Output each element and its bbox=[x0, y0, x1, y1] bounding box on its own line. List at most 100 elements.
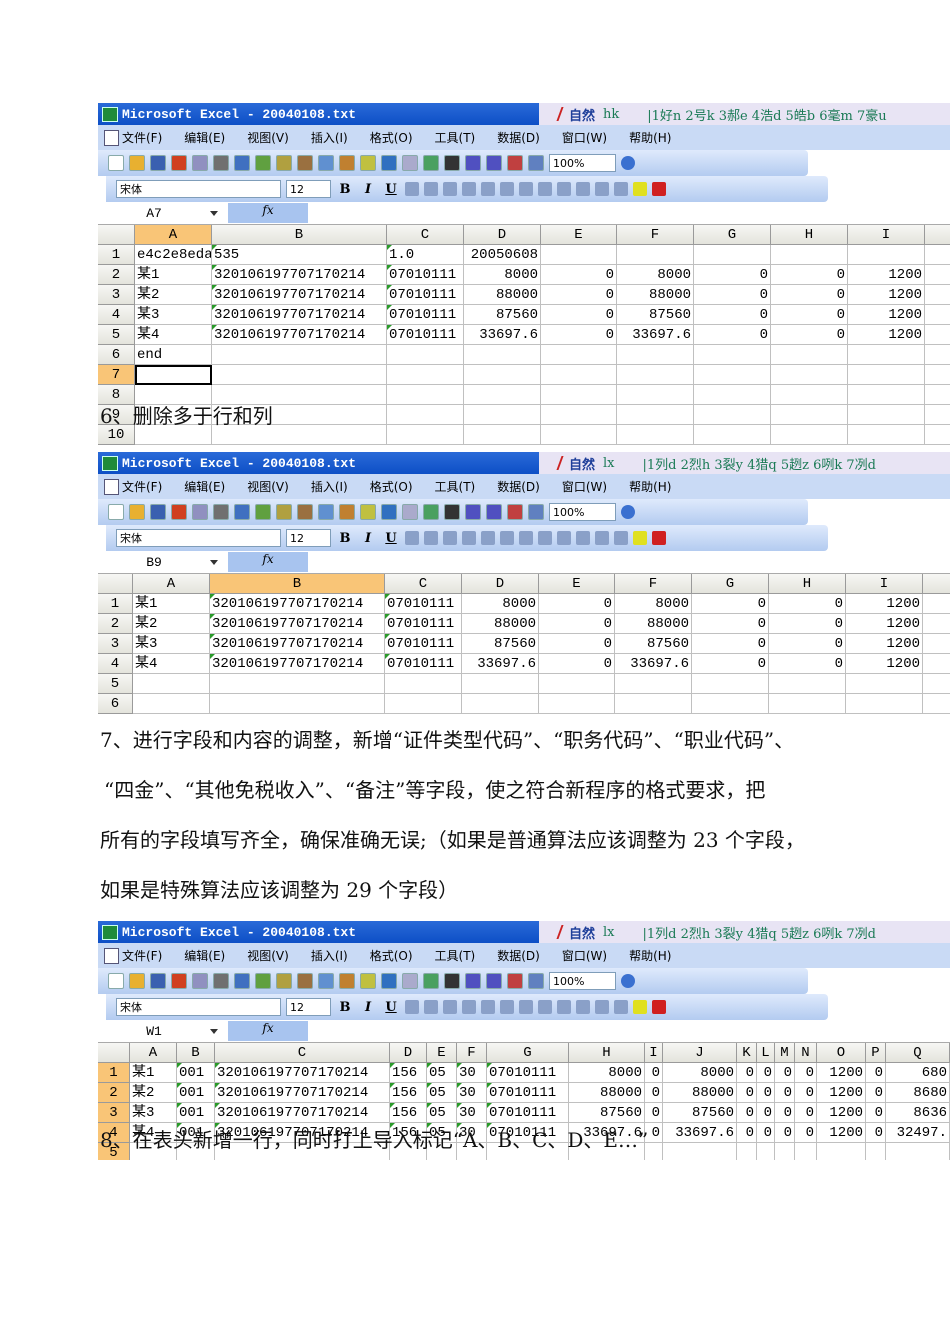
table-cell[interactable]: 0 bbox=[541, 265, 617, 285]
table-cell[interactable]: 1200 bbox=[848, 265, 925, 285]
table-cell[interactable] bbox=[923, 594, 950, 614]
table-cell[interactable] bbox=[387, 405, 464, 425]
menu-item[interactable]: 工具(T) bbox=[435, 947, 476, 964]
print-preview-icon[interactable] bbox=[234, 155, 250, 171]
table-cell[interactable] bbox=[617, 365, 694, 385]
name-box[interactable]: B9 bbox=[98, 555, 210, 570]
table-cell[interactable]: 0 bbox=[694, 305, 771, 325]
table-cell[interactable]: 0 bbox=[775, 1083, 795, 1103]
paste-icon[interactable] bbox=[339, 155, 355, 171]
name-box-dropdown-icon[interactable] bbox=[210, 559, 218, 569]
increase-decimal-icon[interactable] bbox=[538, 1000, 552, 1014]
menu-item[interactable]: 插入(I) bbox=[311, 129, 348, 146]
table-cell[interactable]: 0 bbox=[771, 305, 848, 325]
table-cell[interactable]: 0 bbox=[866, 1063, 886, 1083]
table-cell[interactable]: 33697.6 bbox=[462, 654, 539, 674]
drawing-icon[interactable] bbox=[528, 504, 544, 520]
table-cell[interactable] bbox=[925, 405, 950, 425]
align-left-icon[interactable] bbox=[405, 182, 419, 196]
select-all-corner[interactable] bbox=[98, 225, 135, 245]
row-header[interactable]: 4 bbox=[98, 305, 135, 325]
table-cell[interactable]: 0 bbox=[645, 1063, 663, 1083]
table-cell[interactable] bbox=[135, 365, 212, 385]
ime-pen-icon[interactable] bbox=[542, 925, 564, 939]
table-cell[interactable]: 1200 bbox=[817, 1063, 866, 1083]
menu-item[interactable]: 帮助(H) bbox=[629, 947, 671, 964]
comma-icon[interactable] bbox=[519, 182, 533, 196]
table-cell[interactable] bbox=[464, 405, 541, 425]
ime-candidates[interactable]: |1列d 2烈h 3裂y 4猎q 5趔z 6咧k 7冽d bbox=[643, 454, 876, 473]
format-painter-icon[interactable] bbox=[360, 973, 376, 989]
ime-mode[interactable]: 自然 bbox=[569, 454, 595, 473]
bold-button[interactable]: B bbox=[336, 1000, 354, 1015]
table-cell[interactable] bbox=[692, 694, 769, 714]
table-cell[interactable]: 0 bbox=[737, 1083, 757, 1103]
font-color-icon[interactable] bbox=[652, 182, 666, 196]
fill-color-icon[interactable] bbox=[633, 182, 647, 196]
table-cell[interactable]: 07010111 bbox=[385, 614, 462, 634]
table-cell[interactable] bbox=[771, 405, 848, 425]
table-cell[interactable]: 1200 bbox=[848, 325, 925, 345]
sort-asc-icon[interactable] bbox=[465, 504, 481, 520]
increase-indent-icon[interactable] bbox=[595, 531, 609, 545]
table-cell[interactable]: 0 bbox=[694, 285, 771, 305]
paste-icon[interactable] bbox=[339, 973, 355, 989]
borders-icon[interactable] bbox=[614, 1000, 628, 1014]
menu-item[interactable]: 格式(O) bbox=[370, 478, 413, 495]
table-cell[interactable] bbox=[771, 245, 848, 265]
column-header[interactable]: E bbox=[539, 574, 615, 594]
table-cell[interactable]: 1200 bbox=[817, 1103, 866, 1123]
table-cell[interactable]: 0 bbox=[866, 1103, 886, 1123]
undo-icon[interactable] bbox=[381, 973, 397, 989]
table-cell[interactable] bbox=[617, 245, 694, 265]
table-cell[interactable]: 0 bbox=[757, 1063, 775, 1083]
table-cell[interactable] bbox=[541, 385, 617, 405]
column-header[interactable]: H bbox=[769, 574, 846, 594]
table-cell[interactable]: 156 bbox=[390, 1103, 427, 1123]
table-cell[interactable] bbox=[923, 654, 950, 674]
column-header[interactable]: G bbox=[487, 1043, 569, 1063]
menu-item[interactable]: 编辑(E) bbox=[184, 129, 225, 146]
table-cell[interactable] bbox=[771, 365, 848, 385]
research-icon[interactable] bbox=[276, 155, 292, 171]
cut-icon[interactable] bbox=[297, 973, 313, 989]
table-cell[interactable]: 0 bbox=[775, 1103, 795, 1123]
table-cell[interactable]: 某2 bbox=[130, 1083, 177, 1103]
menu-item[interactable]: 窗口(W) bbox=[562, 129, 607, 146]
table-cell[interactable]: 30 bbox=[457, 1063, 487, 1083]
permission-icon[interactable] bbox=[171, 155, 187, 171]
formula-input[interactable] bbox=[308, 203, 950, 223]
table-cell[interactable] bbox=[692, 674, 769, 694]
zoom-select[interactable]: 100% bbox=[549, 154, 616, 172]
sort-desc-icon[interactable] bbox=[486, 155, 502, 171]
hyperlink-icon[interactable] bbox=[423, 504, 439, 520]
column-header[interactable]: G bbox=[694, 225, 771, 245]
spelling-icon[interactable] bbox=[255, 504, 271, 520]
table-cell[interactable]: e4c2e8eda bbox=[135, 245, 212, 265]
table-cell[interactable]: 0 bbox=[757, 1103, 775, 1123]
currency-icon[interactable] bbox=[481, 1000, 495, 1014]
column-header[interactable]: N bbox=[795, 1043, 817, 1063]
copy-icon[interactable] bbox=[318, 155, 334, 171]
column-header[interactable]: C bbox=[215, 1043, 390, 1063]
table-cell[interactable] bbox=[848, 365, 925, 385]
table-cell[interactable] bbox=[210, 674, 385, 694]
row-header[interactable]: 4 bbox=[98, 654, 133, 674]
menu-item[interactable]: 格式(O) bbox=[370, 947, 413, 964]
table-cell[interactable]: 07010111 bbox=[387, 285, 464, 305]
autosum-icon[interactable] bbox=[444, 155, 460, 171]
table-cell[interactable] bbox=[462, 694, 539, 714]
table-cell[interactable]: 0 bbox=[737, 1123, 757, 1143]
table-cell[interactable]: 0 bbox=[775, 1063, 795, 1083]
table-cell[interactable] bbox=[769, 694, 846, 714]
table-cell[interactable]: 07010111 bbox=[385, 654, 462, 674]
italic-button[interactable]: I bbox=[359, 531, 377, 546]
table-cell[interactable] bbox=[694, 345, 771, 365]
row-header[interactable]: 5 bbox=[98, 325, 135, 345]
table-cell[interactable]: 33697.6 bbox=[663, 1123, 737, 1143]
table-cell[interactable] bbox=[387, 385, 464, 405]
currency-icon[interactable] bbox=[481, 531, 495, 545]
workbook-icon[interactable] bbox=[104, 479, 119, 495]
ime-pen-icon[interactable] bbox=[542, 456, 564, 470]
table-cell[interactable]: 07010111 bbox=[385, 634, 462, 654]
